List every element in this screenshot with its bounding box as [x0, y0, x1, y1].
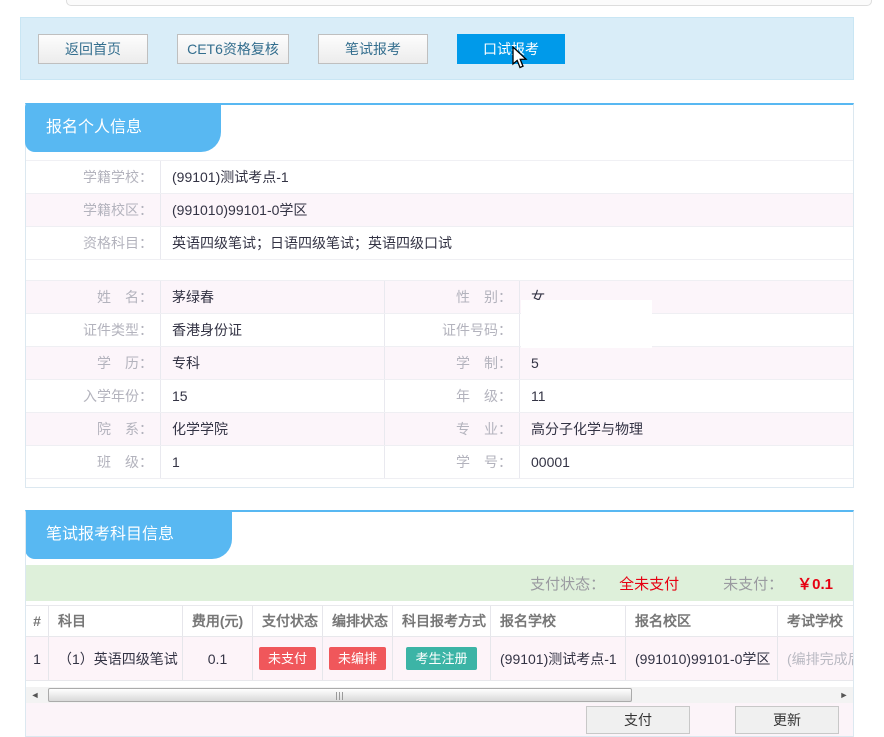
written-exam-tab: 笔试报考科目信息 — [25, 510, 232, 559]
entry-year-label: 入学年份： — [26, 380, 161, 412]
cell-fee: 0.1 — [183, 637, 253, 680]
scrollbar-thumb[interactable] — [48, 688, 632, 702]
candidate-registered-badge: 考生注册 — [406, 647, 476, 670]
written-exam-card: 笔试报考科目信息 支付状态： 全未支付 未支付： ￥0.1 # 科目 费用(元)… — [25, 510, 854, 737]
previous-section-edge — [66, 0, 872, 6]
spacer-row — [26, 260, 853, 281]
update-button[interactable]: 更新 — [735, 706, 839, 734]
row-school: 学籍学校： (99101)测试考点-1 — [26, 161, 853, 194]
id-type-label: 证件类型： — [26, 314, 161, 346]
cell-school: (99101)测试考点-1 — [491, 637, 626, 680]
header-fee: 费用(元) — [183, 606, 253, 636]
written-exam-title: 笔试报考科目信息 — [46, 526, 174, 543]
gender-label: 性 别： — [385, 281, 520, 313]
header-register-mode: 科目报考方式 — [393, 606, 491, 636]
duration-value: 5 — [520, 347, 853, 379]
personal-info-card: 报名个人信息 学籍学校： (99101)测试考点-1 学籍校区： (991010… — [25, 103, 854, 488]
payment-status-label: 支付状态： — [530, 573, 605, 594]
personal-info-title: 报名个人信息 — [46, 119, 142, 136]
row-idtype-idnumber: 证件类型： 香港身份证 证件号码： — [26, 314, 853, 347]
header-school: 报名学校 — [491, 606, 626, 636]
qualified-subjects-label: 资格科目： — [26, 227, 161, 259]
row-department-major: 院 系： 化学学院 专 业： 高分子化学与物理 — [26, 413, 853, 446]
grade-value: 11 — [520, 380, 853, 412]
row-degree-duration: 学 历： 专科 学 制： 5 — [26, 347, 853, 380]
row-campus: 学籍校区： (991010)99101-0学区 — [26, 194, 853, 227]
department-value: 化学学院 — [161, 413, 385, 445]
degree-value: 专科 — [161, 347, 385, 379]
class-label: 班 级： — [26, 446, 161, 478]
header-arrange-status: 编排状态 — [323, 606, 393, 636]
name-value: 茅绿春 — [161, 281, 385, 313]
scrollbar-grip-icon — [336, 692, 344, 700]
cell-campus: (991010)99101-0学区 — [626, 637, 778, 680]
unpaid-status-badge: 未支付 — [259, 647, 316, 670]
toolbar-panel: 返回首页 CET6资格复核 笔试报考 口试报考 — [20, 17, 854, 80]
cell-exam-school: (编排完成后 — [778, 637, 854, 680]
cell-arrange-status: 未编排 — [323, 637, 393, 680]
id-number-label: 证件号码： — [385, 314, 520, 346]
payment-status-bar: 支付状态： 全未支付 未支付： ￥0.1 — [26, 565, 853, 601]
back-home-button[interactable]: 返回首页 — [38, 34, 148, 64]
school-label: 学籍学校： — [26, 161, 161, 193]
row-class-studentid: 班 级： 1 学 号： 00001 — [26, 446, 853, 479]
major-label: 专 业： — [385, 413, 520, 445]
header-subject: 科目 — [49, 606, 183, 636]
id-number-redaction-box — [521, 300, 652, 348]
major-value: 高分子化学与物理 — [520, 413, 853, 445]
header-campus: 报名校区 — [626, 606, 778, 636]
personal-info-tab: 报名个人信息 — [25, 103, 221, 152]
scroll-right-arrow-icon[interactable]: ► — [836, 687, 852, 703]
personal-info-body: 学籍学校： (99101)测试考点-1 学籍校区： (991010)99101-… — [26, 160, 853, 479]
header-index: # — [26, 606, 49, 636]
card-footer: 支付 更新 — [26, 703, 853, 736]
id-type-value: 香港身份证 — [161, 314, 385, 346]
written-exam-register-button[interactable]: 笔试报考 — [318, 34, 428, 64]
department-label: 院 系： — [26, 413, 161, 445]
horizontal-scrollbar[interactable]: ◄ ► — [26, 687, 853, 704]
header-exam-school: 考试学校 — [778, 606, 854, 636]
cell-pay-status: 未支付 — [253, 637, 323, 680]
cell-index: 1 — [26, 637, 49, 680]
scroll-left-arrow-icon[interactable]: ◄ — [27, 687, 43, 703]
campus-label: 学籍校区： — [26, 194, 161, 226]
payment-status-value: 全未支付 — [619, 573, 679, 594]
school-value: (99101)测试考点-1 — [161, 161, 853, 193]
not-arranged-badge: 未编排 — [329, 647, 386, 670]
header-pay-status: 支付状态 — [253, 606, 323, 636]
table-row: 1 （1）英语四级笔试 0.1 未支付 未编排 考生注册 (99101)测试考点… — [26, 637, 854, 681]
student-id-label: 学 号： — [385, 446, 520, 478]
campus-value: (991010)99101-0学区 — [161, 194, 853, 226]
cet6-review-button[interactable]: CET6资格复核 — [177, 34, 289, 64]
oral-exam-register-button[interactable]: 口试报考 — [457, 34, 565, 64]
cell-subject: （1）英语四级笔试 — [49, 637, 183, 680]
duration-label: 学 制： — [385, 347, 520, 379]
row-qualified-subjects: 资格科目： 英语四级笔试；日语四级笔试；英语四级口试 — [26, 227, 853, 260]
class-value: 1 — [161, 446, 385, 478]
table-header-row: # 科目 费用(元) 支付状态 编排状态 科目报考方式 报名学校 报名校区 考试… — [26, 605, 854, 637]
unpaid-amount: ￥0.1 — [797, 573, 833, 594]
qualified-subjects-value: 英语四级笔试；日语四级笔试；英语四级口试 — [161, 227, 853, 259]
exam-subjects-table: # 科目 费用(元) 支付状态 编排状态 科目报考方式 报名学校 报名校区 考试… — [26, 605, 854, 681]
name-label: 姓 名： — [26, 281, 161, 313]
row-entryyear-grade: 入学年份： 15 年 级： 11 — [26, 380, 853, 413]
grade-label: 年 级： — [385, 380, 520, 412]
cell-register-mode: 考生注册 — [393, 637, 491, 680]
row-name-gender: 姓 名： 茅绿春 性 别： 女 — [26, 281, 853, 314]
student-id-value: 00001 — [520, 446, 853, 478]
unpaid-label: 未支付： — [723, 573, 783, 594]
degree-label: 学 历： — [26, 347, 161, 379]
entry-year-value: 15 — [161, 380, 385, 412]
pay-button[interactable]: 支付 — [586, 706, 690, 734]
